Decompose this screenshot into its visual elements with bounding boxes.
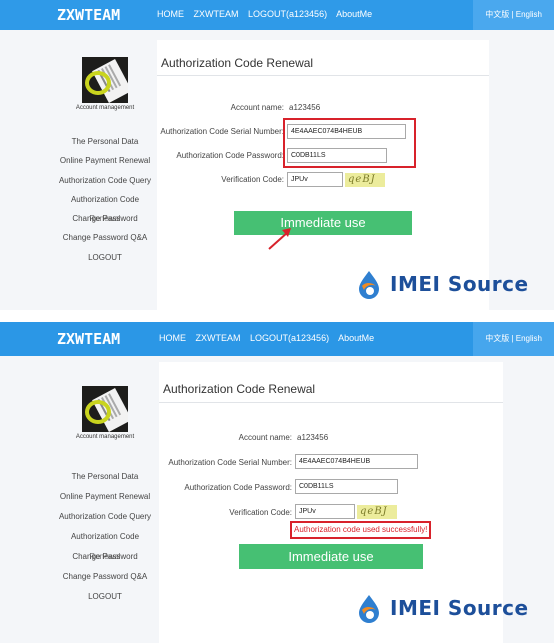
highlight-box (290, 521, 431, 539)
sidebar-item-change-password[interactable]: Change Password Renewal (55, 552, 155, 572)
site-logo[interactable]: ZXWTEAM (57, 330, 120, 348)
verification-label: Verification Code: (221, 175, 284, 184)
nav-home[interactable]: HOME (157, 9, 184, 19)
sidebar: Account management The Personal Data Onl… (55, 386, 155, 612)
sidebar-item-change-password[interactable]: Change Password Renewal (55, 214, 155, 233)
nav-home[interactable]: HOME (159, 333, 186, 343)
code-password-input[interactable]: C0DB11LS (295, 479, 398, 494)
account-label: Account name: (230, 103, 284, 112)
sidebar-item-authorization-code-query[interactable]: Authorization Code Query (55, 176, 155, 195)
sidebar: Account management The Personal Data Onl… (55, 57, 155, 272)
site-logo[interactable]: ZXWTEAM (57, 6, 120, 24)
imei-source-logo-icon (359, 595, 379, 623)
sidebar-item-personal-data[interactable]: The Personal Data (55, 472, 155, 492)
nav-zxwteam[interactable]: ZXWTEAM (196, 333, 241, 343)
top-nav: ZXWTEAM HOME ZXWTEAM LOGOUT(a123456) Abo… (0, 0, 554, 30)
panel-divider (0, 310, 554, 322)
watermark: IMEI Source (354, 594, 544, 624)
sidebar-item-logout[interactable]: LOGOUT (55, 592, 155, 612)
watermark: IMEI Source (354, 270, 544, 300)
sidebar-item-authorization-code-query[interactable]: Authorization Code Query (55, 512, 155, 532)
language-switch[interactable]: 中文版 | English (473, 0, 554, 30)
highlight-box (283, 118, 416, 168)
screenshot-before: ZXWTEAM HOME ZXWTEAM LOGOUT(a123456) Abo… (0, 0, 554, 310)
sidebar-item-online-payment-renewal[interactable]: Online Payment Renewal (55, 492, 155, 512)
sidebar-item-logout[interactable]: LOGOUT (55, 253, 155, 272)
password-label: Authorization Code Password: (184, 483, 292, 492)
sidebar-item-change-password-qa[interactable]: Change Password Q&A (55, 233, 155, 252)
page-title: Authorization Code Renewal (163, 382, 316, 396)
nav-logout[interactable]: LOGOUT(a123456) (248, 9, 327, 19)
nav-about[interactable]: AboutMe (338, 333, 374, 343)
sidebar-item-personal-data[interactable]: The Personal Data (55, 137, 155, 156)
title-divider (159, 402, 503, 403)
overlapping-text: Renewal (89, 214, 121, 224)
sidebar-item-change-password-qa[interactable]: Change Password Q&A (55, 572, 155, 592)
nav-logout[interactable]: LOGOUT(a123456) (250, 333, 329, 343)
watermark-text: IMEI Source (390, 272, 529, 296)
top-nav: ZXWTEAM HOME ZXWTEAM LOGOUT(a123456) Abo… (0, 322, 554, 356)
title-divider (157, 75, 489, 76)
captcha-image[interactable]: qeBJ (357, 505, 397, 519)
serial-number-input[interactable]: 4E4AAEC074B4HEUB (295, 454, 418, 469)
sidebar-item-authorization-code[interactable]: Authorization Code (55, 195, 155, 214)
account-label: Account name: (238, 433, 292, 442)
pointer-arrow-icon (268, 228, 291, 250)
nav-menu: HOME ZXWTEAM LOGOUT(a123456) AboutMe (159, 333, 381, 343)
screenshot-after: ZXWTEAM HOME ZXWTEAM LOGOUT(a123456) Abo… (0, 322, 554, 643)
account-avatar (82, 386, 128, 432)
overlapping-text: Renewal (89, 552, 121, 561)
captcha-image[interactable]: qeBJ (345, 173, 385, 187)
avatar-caption: Account management (75, 434, 135, 440)
immediate-use-button[interactable]: Immediate use (234, 211, 412, 235)
immediate-use-button[interactable]: Immediate use (239, 544, 423, 569)
verification-input[interactable]: JPUv (287, 172, 343, 187)
verification-input[interactable]: JPUv (295, 504, 355, 519)
account-value: a123456 (289, 103, 321, 112)
verification-label: Verification Code: (229, 508, 292, 517)
page-title: Authorization Code Renewal (161, 56, 314, 70)
sidebar-item-authorization-code[interactable]: Authorization Code (55, 532, 155, 552)
serial-label: Authorization Code Serial Number: (168, 458, 292, 467)
serial-label: Authorization Code Serial Number: (160, 127, 284, 136)
password-label: Authorization Code Password: (176, 151, 284, 160)
nav-menu: HOME ZXWTEAM LOGOUT(a123456) AboutMe (157, 9, 379, 19)
sidebar-item-online-payment-renewal[interactable]: Online Payment Renewal (55, 156, 155, 175)
avatar-caption: Account management (75, 105, 135, 111)
language-switch[interactable]: 中文版 | English (473, 322, 554, 356)
account-value: a123456 (297, 433, 329, 442)
account-avatar (82, 57, 128, 103)
sidebar-links: The Personal Data Online Payment Renewal… (55, 137, 155, 272)
watermark-text: IMEI Source (390, 596, 529, 620)
imei-source-logo-icon (359, 271, 379, 299)
sidebar-links: The Personal Data Online Payment Renewal… (55, 472, 155, 612)
nav-about[interactable]: AboutMe (336, 9, 372, 19)
nav-zxwteam[interactable]: ZXWTEAM (194, 9, 239, 19)
